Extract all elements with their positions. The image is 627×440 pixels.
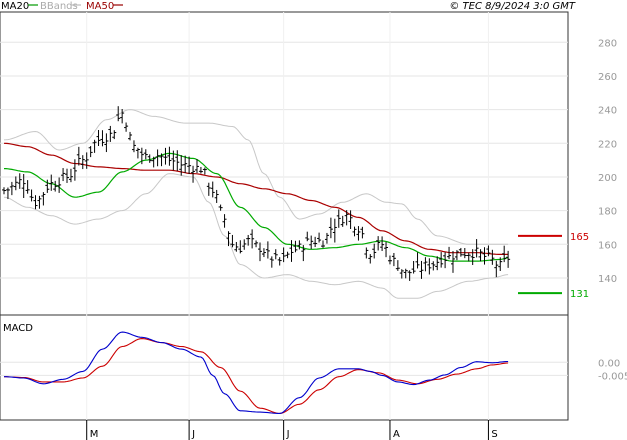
price-y-ticks: 140 160 180 200 220 240 260 280 [598,38,617,285]
price-y-tick-label: 200 [598,173,617,184]
month-tick-label: J [286,429,290,440]
price-y-tick-label: 220 [598,139,617,150]
price-y-tick-label: 240 [598,106,617,117]
macd-y-ticks: 0.00 -0.005 [598,358,627,382]
price-y-tick-label: 160 [598,240,617,251]
macd-y-tick-label: 0.00 [598,358,620,369]
month-tick-label: M [90,429,99,440]
legend-bbands-label: BBands [40,1,78,12]
support-level-label: 131 [570,289,589,300]
macd-title: MACD [3,323,33,334]
month-tick-label: A [393,429,400,440]
price-y-tick-label: 140 [598,274,617,285]
legend: MA20 BBands MA50 [1,1,123,12]
price-y-tick-label: 280 [598,38,617,49]
price-y-tick-label: 180 [598,207,617,218]
price-y-tick-label: 260 [598,72,617,83]
resistance-level-label: 165 [570,232,589,243]
macd-y-tick-label: -0.005 [598,371,627,382]
legend-ma50-label: MA50 [86,1,114,12]
copyright-text: © TEC 8/9/2024 3:0 GMT [449,1,576,12]
stock-chart: 140 160 180 200 220 240 260 280 165 131 0.00 -0.0… [0,1,627,440]
legend-ma20-label: MA20 [1,1,29,12]
month-tick-label: J [191,429,195,440]
month-tick-label: S [491,429,497,440]
